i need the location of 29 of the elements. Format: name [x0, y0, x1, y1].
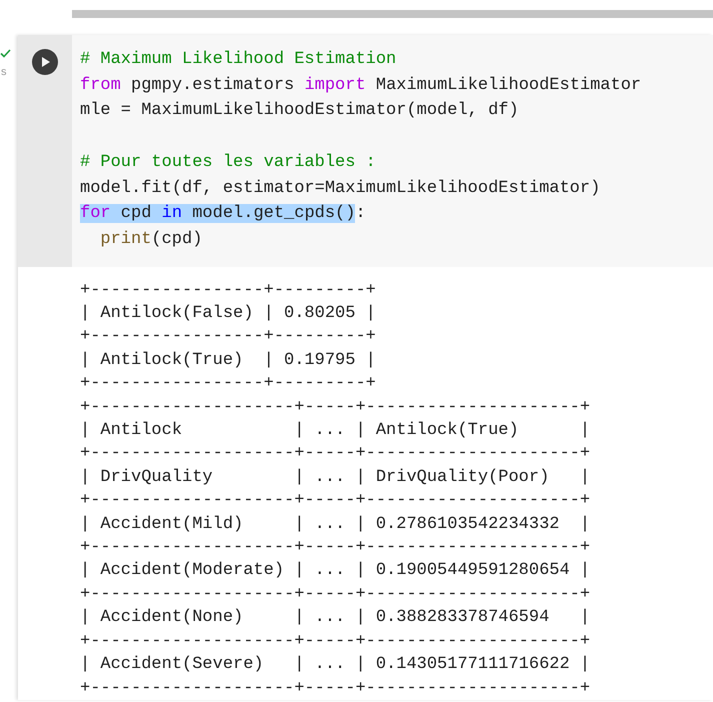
- output-line: +--------------------+-----+---------------------+: [80, 537, 590, 560]
- output-line: | Accident(Severe) | ... | 0.14305177111716622 |: [80, 654, 590, 676]
- output-line: +-----------------+---------+: [80, 373, 376, 396]
- output-line: | Accident(Mild) | ... | 0.2786103542234332 |: [80, 514, 590, 536]
- output-line: | Accident(Moderate) | ... | 0.19005449591280654 |: [80, 560, 590, 582]
- code-line: mle = MaximumLikelihoodEstimator(model, df): [80, 100, 519, 122]
- code-line: # Maximum Likelihood Estimation: [80, 49, 396, 71]
- code-line: model.fit(df, estimator=MaximumLikelihoodEstimator): [80, 178, 600, 200]
- code-line: print(cpd): [100, 228, 202, 251]
- output-line: | Antilock | ... | Antilock(True) |: [80, 420, 590, 442]
- output-line: +--------------------+-----+---------------------+: [80, 678, 590, 700]
- code-line: from pgmpy.estimators import MaximumLikelihoodEstimator: [80, 74, 642, 97]
- output-line: | Accident(None) | ... | 0.388283378746594 |: [80, 607, 590, 630]
- output-line: +-----------------+---------+: [80, 326, 376, 348]
- output-line: +--------------------+-----+---------------------+: [80, 584, 590, 606]
- output-line: | Antilock(False) | 0.80205 |: [80, 303, 376, 326]
- scrollbar[interactable]: [72, 10, 713, 18]
- output-line: +--------------------+-----+---------------------+: [80, 443, 590, 466]
- execution-time: s: [1, 67, 6, 78]
- output-line: | Antilock(True) | 0.19795 |: [80, 350, 376, 372]
- output-line: | DrivQuality | ... | DrivQuality(Poor) |: [80, 466, 590, 489]
- check-icon: [0, 49, 11, 58]
- output-line: +-----------------+---------+: [80, 280, 376, 302]
- run-button[interactable]: [32, 49, 58, 75]
- output-line: +--------------------+-----+---------------------+: [80, 630, 590, 653]
- code-line: # Pour toutes les variables :: [80, 152, 376, 174]
- output-line: +--------------------+-----+---------------------+: [80, 396, 590, 419]
- code-cell[interactable]: [18, 35, 713, 267]
- output-line: +--------------------+-----+---------------------+: [80, 490, 590, 512]
